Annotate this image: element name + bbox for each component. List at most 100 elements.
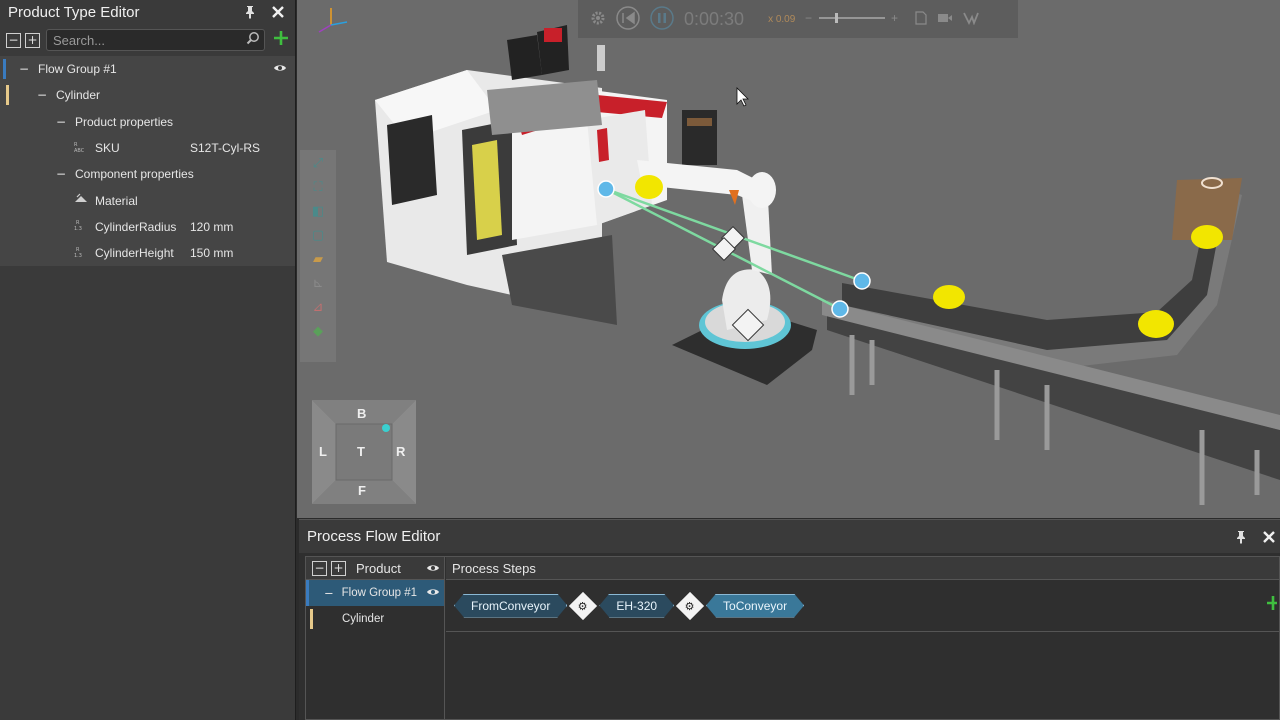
row-color-bar bbox=[306, 580, 309, 606]
nav-right-label[interactable]: R bbox=[396, 444, 405, 459]
scene-graphic bbox=[318, 8, 1280, 505]
abc-icon: R ABC bbox=[74, 141, 88, 156]
tree-label: SKU bbox=[95, 141, 120, 156]
row-color-bar bbox=[6, 85, 9, 106]
tree-row-cylinder[interactable]: − Cylinder bbox=[0, 82, 295, 109]
expand-all-button[interactable]: + bbox=[331, 560, 346, 576]
playback-bar: 0:00:30 x 0.09 − + bbox=[578, 0, 1018, 38]
pin-icon[interactable] bbox=[1230, 526, 1252, 548]
tree-row-cylinder-radius[interactable]: R 1.3 CylinderRadius 120 mm bbox=[0, 213, 295, 241]
tree-row-sku[interactable]: R ABC SKU S12T-Cyl-RS bbox=[0, 134, 295, 162]
vr-export-icon[interactable] bbox=[963, 11, 980, 28]
nav-left-label[interactable]: L bbox=[319, 444, 327, 459]
close-icon[interactable] bbox=[1258, 526, 1280, 548]
robot-transfer-icon[interactable]: ⚙ bbox=[675, 591, 705, 620]
step-eh-320[interactable]: EH-320 bbox=[599, 594, 674, 618]
dimension-icon[interactable]: ⊿ bbox=[309, 300, 327, 316]
speed-slider[interactable]: − + bbox=[805, 11, 905, 27]
property-value[interactable]: S12T-Cyl-RS bbox=[190, 141, 260, 155]
sim-time: 0:00:30 bbox=[684, 8, 745, 29]
collapse-toggle[interactable]: − bbox=[18, 62, 30, 76]
navigation-cube[interactable]: B L T R F bbox=[312, 400, 416, 504]
fill-view-icon[interactable]: ⤢ bbox=[309, 156, 327, 172]
box-view-icon[interactable]: ▢ bbox=[309, 228, 327, 244]
expand-all-button[interactable]: + bbox=[25, 32, 40, 48]
numeric-icon: R 1.3 bbox=[74, 246, 88, 261]
axis-gizmo bbox=[318, 8, 348, 33]
add-step-button[interactable] bbox=[1267, 594, 1277, 617]
svg-text:−: − bbox=[805, 12, 812, 24]
collapse-all-button[interactable]: − bbox=[6, 32, 21, 48]
steps-row: FromConveyor ⚙ EH-320 ⚙ ToConveyor bbox=[446, 580, 1279, 632]
search-input[interactable] bbox=[53, 32, 246, 48]
step-to-conveyor[interactable]: ToConveyor bbox=[706, 594, 804, 618]
video-record-icon[interactable] bbox=[937, 12, 953, 27]
pause-icon[interactable] bbox=[650, 5, 674, 33]
product-tree: − Flow Group #1 − Cylinder − Product pro… bbox=[0, 56, 295, 267]
measure-icon[interactable]: ▰ bbox=[309, 252, 327, 268]
tree-label: Component properties bbox=[75, 167, 194, 182]
pfe-titlebar: Process Flow Editor bbox=[299, 520, 1280, 553]
fit-selection-icon[interactable]: ⛶ bbox=[309, 180, 327, 196]
row-color-bar bbox=[3, 59, 6, 79]
product-list-header: − + Product bbox=[306, 557, 444, 580]
nav-back-label[interactable]: B bbox=[357, 406, 366, 421]
eye-icon[interactable] bbox=[273, 62, 287, 76]
product-row-cylinder[interactable]: Cylinder bbox=[306, 606, 444, 632]
property-value[interactable]: 150 mm bbox=[190, 246, 233, 260]
view-tools-strip: ⤢ ⛶ ◧ ▢ ▰ ⊾ ⊿ ◆ bbox=[300, 150, 336, 362]
add-product-button[interactable] bbox=[273, 29, 289, 52]
pfe-body: − + Product − Flow Group #1 Cylinder Pro… bbox=[305, 556, 1280, 720]
row-color-bar bbox=[310, 609, 313, 629]
tree-label: Product properties bbox=[75, 114, 174, 129]
settings-gear-icon[interactable] bbox=[590, 10, 606, 29]
nav-top-label[interactable]: T bbox=[357, 444, 365, 459]
product-row-flow-group[interactable]: − Flow Group #1 bbox=[306, 580, 444, 606]
pdf-export-icon[interactable] bbox=[915, 10, 927, 28]
tree-label: Material bbox=[95, 193, 138, 208]
mouse-cursor bbox=[736, 87, 749, 107]
collapse-toggle[interactable]: − bbox=[324, 586, 334, 600]
nav-front-label[interactable]: F bbox=[358, 483, 366, 498]
material-icon bbox=[74, 193, 88, 208]
tree-label: CylinderHeight bbox=[95, 246, 174, 261]
panel-title: Product Type Editor bbox=[8, 3, 140, 21]
process-steps-area: Process Steps FromConveyor ⚙ EH-320 ⚙ To… bbox=[446, 557, 1279, 719]
snap-icon[interactable]: ⊾ bbox=[309, 276, 327, 292]
tree-row-material[interactable]: Material bbox=[0, 187, 295, 214]
svg-text:1.3: 1.3 bbox=[74, 253, 82, 258]
svg-text:1.3: 1.3 bbox=[74, 226, 82, 231]
product-list: − + Product − Flow Group #1 Cylinder bbox=[306, 557, 445, 719]
collapse-toggle[interactable]: − bbox=[36, 88, 48, 102]
eye-icon[interactable] bbox=[426, 561, 440, 576]
close-icon[interactable] bbox=[267, 1, 289, 23]
3d-viewport[interactable]: 0:00:30 x 0.09 − + ⤢ ⛶ ◧ ▢ ▰ ⊾ ⊿ ◆ B L T… bbox=[297, 0, 1280, 518]
tree-row-component-properties[interactable]: − Component properties bbox=[0, 161, 295, 188]
rewind-icon[interactable] bbox=[616, 5, 640, 33]
tree-toolbar: − + bbox=[0, 24, 295, 56]
collapse-toggle[interactable]: − bbox=[55, 167, 67, 181]
tree-row-cylinder-height[interactable]: R 1.3 CylinderHeight 150 mm bbox=[0, 240, 295, 267]
process-flow-editor-panel: Process Flow Editor − + Product − Flow G… bbox=[299, 519, 1280, 720]
tree-row-product-properties[interactable]: − Product properties bbox=[0, 108, 295, 135]
product-header-label: Product bbox=[356, 560, 401, 576]
render-mode-icon[interactable]: ◆ bbox=[309, 324, 327, 340]
pin-icon[interactable] bbox=[239, 1, 261, 23]
perspective-icon[interactable]: ◧ bbox=[309, 204, 327, 220]
collapse-all-button[interactable]: − bbox=[312, 560, 327, 576]
speed-readout: x 0.09 bbox=[768, 13, 796, 25]
numeric-icon: R 1.3 bbox=[74, 219, 88, 234]
property-value[interactable]: 120 mm bbox=[190, 220, 233, 234]
product-label: Flow Group #1 bbox=[341, 587, 418, 599]
step-from-conveyor[interactable]: FromConveyor bbox=[454, 594, 567, 618]
tree-row-flow-group[interactable]: − Flow Group #1 bbox=[0, 56, 295, 83]
collapse-toggle[interactable]: − bbox=[55, 115, 67, 129]
app-window: Product Type Editor − + Search... − Flow… bbox=[0, 0, 1280, 720]
search-icon[interactable] bbox=[246, 31, 260, 50]
tree-label: Cylinder bbox=[56, 88, 101, 103]
product-type-editor-panel: Product Type Editor − + Search... − Flow… bbox=[0, 0, 296, 720]
eye-icon[interactable] bbox=[426, 587, 440, 600]
tree-label: CylinderRadius bbox=[95, 219, 177, 234]
robot-transfer-icon[interactable]: ⚙ bbox=[569, 591, 598, 620]
steps-header: Process Steps bbox=[446, 557, 1279, 580]
